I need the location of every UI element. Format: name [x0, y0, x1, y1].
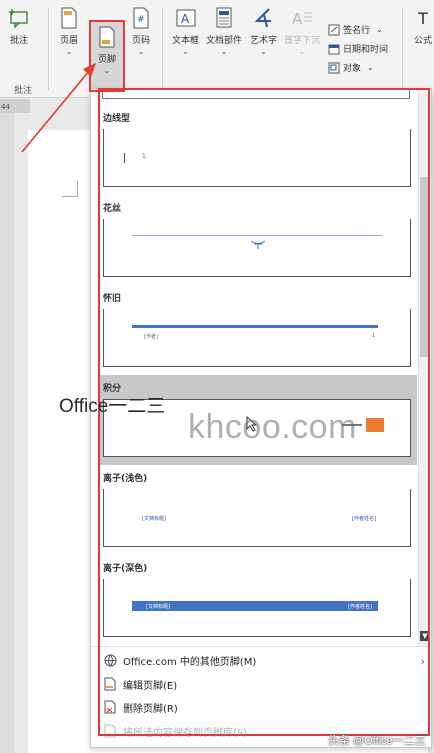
watermark-office: Office一二三 — [59, 396, 166, 417]
watermark-khcoo: khcoo.com — [188, 408, 357, 446]
annotation-arrow-icon — [21, 63, 96, 153]
watermark-bottom: 头条 @Office一二三 — [328, 735, 426, 747]
